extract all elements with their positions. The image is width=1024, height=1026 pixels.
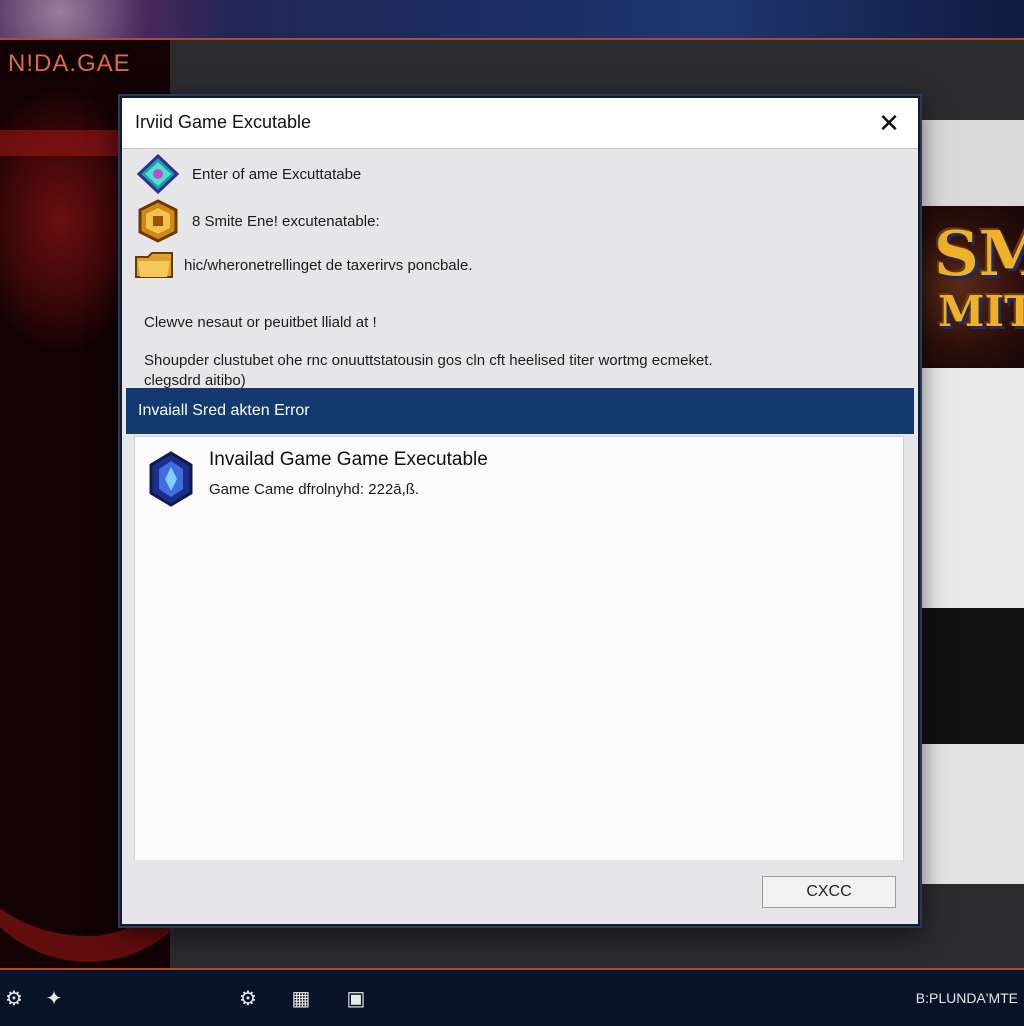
game-launcher-icon[interactable]: ✦ [40,984,68,1012]
dialog-message: clegsdrd aitibo) [144,372,246,389]
image-icon[interactable]: ▦ [287,984,315,1012]
error-dialog: Irviid Game Excutable ✕ Enter of ame Exc… [120,96,920,926]
game-logo-line1: SM [934,217,1024,290]
info-row: hic/wheronetrellinget de taxerirvs poncb… [134,248,473,282]
error-detail: Game Came dfrolnyhd: 222ā,ß. [209,481,420,498]
settings-icon[interactable]: ⚙ [0,984,28,1012]
dialog-message: Clewve nesaut or peuitbet lliald at ! [144,314,377,331]
close-icon: ✕ [878,107,900,138]
cancel-button[interactable]: CXCC [762,876,896,908]
gear-icon[interactable]: ⚙ [234,984,262,1012]
info-row: 8 Smite Ene! excutenatable: [134,199,380,243]
error-panel: Invailad Game Game Executable Game Came … [134,436,904,862]
right-panel [918,368,1024,608]
app-title: N!DA.GAE [8,50,131,77]
dialog-titlebar: Irviid Game Excutable ✕ [122,98,918,149]
error-header: Invaiall Sred akten Error [126,388,914,434]
hex-badge-icon [134,199,182,243]
taskbar-label: B:PLUNDA'MTE [915,990,1018,1006]
game-logo-line2: MIT [938,287,1024,336]
game-logo: SM MIT [934,217,1024,341]
right-panel [918,744,1024,884]
info-row-text: 8 Smite Ene! excutenatable: [192,212,380,230]
diamond-icon [134,154,182,194]
info-row: Enter of ame Excuttatabe [134,154,361,194]
right-panel-dark [918,608,1024,744]
background-top-band [0,0,1024,38]
dialog-title: Irviid Game Excutable [135,112,312,132]
info-row-text: Enter of ame Excuttatabe [192,165,362,183]
shield-crystal-icon [147,451,195,507]
close-button[interactable]: ✕ [872,106,906,140]
dialog-message: Shoupder clustubet ohe rnc onuuttstatous… [144,352,713,369]
folder-icon [134,248,174,282]
taskbar: ⚙ ✦ ⚙ ▦ ▣ B:PLUNDA'MTE [0,968,1024,1026]
error-title: Invailad Game Game Executable [209,449,488,470]
info-row-text: hic/wheronetrellinget de taxerirvs poncb… [184,256,473,274]
right-panel [918,120,1024,206]
window-icon[interactable]: ▣ [342,984,370,1012]
